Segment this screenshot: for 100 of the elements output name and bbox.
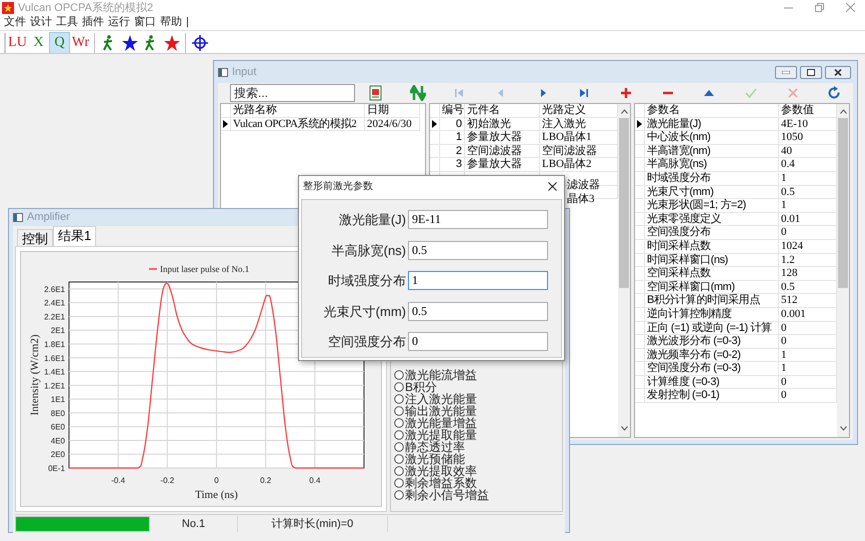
radio-option[interactable]: B积分 xyxy=(394,380,562,392)
radio-option[interactable]: 激光预储能 xyxy=(394,452,562,464)
menu-item[interactable]: 运行 xyxy=(108,15,134,29)
up-down-arrows-icon[interactable] xyxy=(410,85,426,101)
row-indicator-cell[interactable] xyxy=(635,240,645,254)
row-indicator-cell[interactable] xyxy=(635,254,645,268)
column-header[interactable]: 日期 xyxy=(365,104,420,118)
radio-option[interactable]: 剩余增益系数 xyxy=(394,476,562,488)
radio-option[interactable]: 输出激光能量 xyxy=(394,404,562,416)
radio-option[interactable]: 剩余小信号增益 xyxy=(394,488,562,500)
row-indicator-cell[interactable] xyxy=(635,212,645,226)
row-indicator-cell[interactable] xyxy=(635,118,645,132)
radio-option[interactable]: 注入激光能量 xyxy=(394,392,562,404)
input-field[interactable]: 0.5 xyxy=(408,240,548,260)
window-title: Input xyxy=(232,64,256,80)
radio-option[interactable]: 激光提取能量 xyxy=(394,428,562,440)
row-indicator-cell[interactable] xyxy=(430,131,440,145)
scroll-up-icon[interactable] xyxy=(620,109,628,114)
input-field[interactable]: 0 xyxy=(408,332,548,352)
minimize-icon xyxy=(782,70,790,74)
table-cell: 中心波长(nm) xyxy=(645,131,779,145)
radio-option[interactable]: 激光能量增益 xyxy=(394,416,562,428)
row-indicator-cell[interactable] xyxy=(635,280,645,294)
star-icon[interactable] xyxy=(164,34,180,50)
input-field[interactable]: 1 xyxy=(408,271,548,290)
row-indicator-cell[interactable] xyxy=(635,144,645,158)
table-cell: 光束零强度定义 xyxy=(645,212,779,226)
scrollbar-thumb[interactable] xyxy=(838,118,848,288)
row-indicator-cell[interactable] xyxy=(221,118,231,132)
axis-title: Time (ns) xyxy=(195,488,238,500)
scroll-down-icon[interactable] xyxy=(620,426,628,431)
table-cell: 初始激光 xyxy=(465,118,540,132)
row-indicator-cell[interactable] xyxy=(635,199,645,213)
row-indicator-cell[interactable] xyxy=(635,158,645,172)
radio-option[interactable]: 激光提取效率 xyxy=(394,464,562,476)
row-indicator-cell[interactable] xyxy=(430,144,440,158)
menu-item[interactable]: | xyxy=(186,15,212,29)
table-cell: 空间采样点数 xyxy=(645,267,779,281)
table-cell: 滤波器 xyxy=(567,178,600,191)
menu-item[interactable]: 窗口 xyxy=(134,15,160,29)
axis-tick-label: 0 xyxy=(214,476,219,484)
row-indicator-cell[interactable] xyxy=(635,226,645,240)
menu-item[interactable]: 设计 xyxy=(30,15,56,29)
row-indicator-cell[interactable] xyxy=(635,389,645,404)
restore-button[interactable] xyxy=(800,66,822,78)
row-indicator-cell[interactable] xyxy=(635,362,645,376)
table-cell: 参量放大器 xyxy=(465,131,540,145)
row-indicator-cell[interactable] xyxy=(635,294,645,308)
table-cell: 时间采样窗口(ns) xyxy=(645,254,779,268)
row-indicator-cell[interactable] xyxy=(635,348,645,362)
row-indicator-cell[interactable] xyxy=(635,308,645,322)
star-icon[interactable] xyxy=(122,34,138,50)
restore-icon[interactable] xyxy=(815,3,824,12)
close-button[interactable] xyxy=(825,66,851,78)
column-header[interactable]: 光路名称 xyxy=(231,104,365,118)
flag-icon xyxy=(2,2,14,14)
radio-option[interactable]: 静态透过率 xyxy=(394,440,562,452)
column-header[interactable]: 参数名 xyxy=(645,104,779,118)
menu-item[interactable]: 插件 xyxy=(82,15,108,29)
scroll-up-icon[interactable] xyxy=(840,109,846,114)
row-indicator-cell[interactable] xyxy=(635,376,645,390)
figure-icon[interactable] xyxy=(102,34,115,50)
menu-item[interactable]: 帮助 xyxy=(160,15,186,29)
toolbar-button[interactable]: LU xyxy=(7,32,28,54)
row-indicator-cell[interactable] xyxy=(635,131,645,145)
row-indicator-cell[interactable] xyxy=(635,267,645,281)
table-cell: 1 xyxy=(440,131,465,145)
row-indicator-cell[interactable] xyxy=(635,322,645,336)
row-indicator-cell[interactable] xyxy=(430,158,440,172)
row-pointer-icon xyxy=(432,120,437,128)
radio-option[interactable]: 激光能流增益 xyxy=(394,368,562,380)
column-header[interactable]: 编号 xyxy=(440,104,465,118)
row-indicator-cell[interactable] xyxy=(430,118,440,132)
search-field[interactable]: 搜索... xyxy=(230,84,355,102)
menu-item[interactable]: 文件 xyxy=(4,15,30,29)
table-cell: 发射控制 (=0-1) xyxy=(645,389,779,404)
crosshair-icon[interactable] xyxy=(192,34,208,50)
toolbar-button[interactable]: Wr xyxy=(70,32,91,54)
tab[interactable]: 结果1 xyxy=(53,226,96,246)
tab[interactable]: 控制 xyxy=(17,228,53,246)
scrollbar-thumb[interactable] xyxy=(619,118,629,288)
toolbar-button[interactable]: Q xyxy=(49,32,70,54)
status-cell: 计算时长(min)=0 xyxy=(238,516,388,532)
row-indicator-cell[interactable] xyxy=(635,172,645,186)
document-icon[interactable] xyxy=(368,85,384,101)
row-indicator-cell[interactable] xyxy=(635,186,645,200)
scroll-down-icon[interactable] xyxy=(840,426,846,431)
table-cell: 参量放大器 xyxy=(465,158,540,172)
toolbar-button[interactable]: X xyxy=(28,32,49,54)
minimize-button[interactable] xyxy=(775,66,797,78)
axis-tick-label: 4E0 xyxy=(50,436,65,445)
figure-icon[interactable] xyxy=(144,34,157,50)
menu-item[interactable]: 工具 xyxy=(56,15,82,29)
input-field[interactable]: 0.5 xyxy=(408,302,548,321)
axis-tick-label: 1.6E1 xyxy=(44,353,65,362)
column-header[interactable]: 元件名 xyxy=(465,104,540,118)
row-indicator-cell[interactable] xyxy=(635,335,645,349)
input-field[interactable]: 9E-11 xyxy=(408,210,548,230)
refresh-icon[interactable] xyxy=(826,85,842,101)
close-icon[interactable] xyxy=(548,182,557,190)
